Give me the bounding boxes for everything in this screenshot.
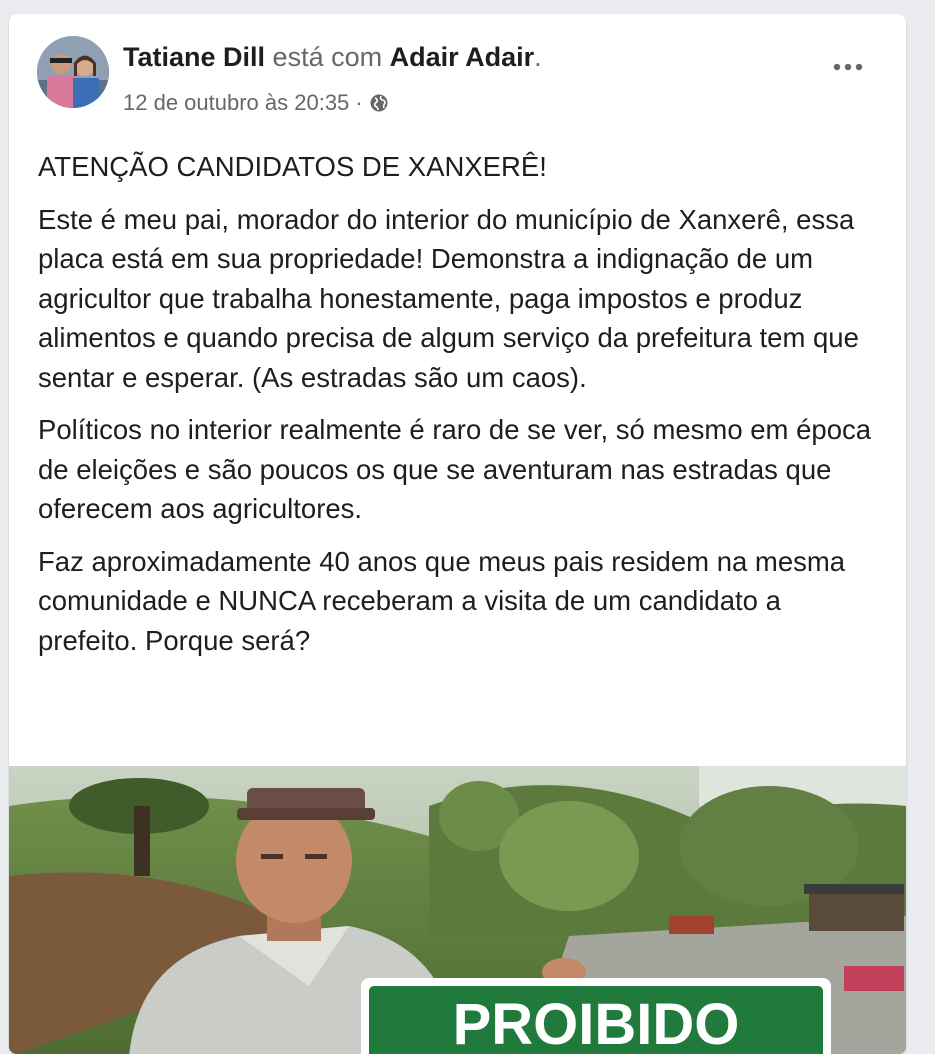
more-options-button[interactable] (828, 54, 868, 80)
post-meta: 12 de outubro às 20:35 · (123, 90, 389, 116)
more-options-icon (833, 63, 863, 71)
post-header: Tatiane Dill está com Adair Adair. 12 de… (9, 14, 906, 116)
photo-image: PROIBIDO (9, 766, 906, 1054)
post-paragraph: Políticos no interior realmente é raro d… (38, 414, 872, 524)
post-card: Tatiane Dill está com Adair Adair. 12 de… (9, 14, 906, 1054)
post-paragraph: Este é meu pai, morador do interior do m… (38, 203, 859, 393)
avatar-photo (37, 36, 109, 108)
author-line: Tatiane Dill está com Adair Adair. (123, 42, 542, 73)
author-avatar[interactable] (37, 36, 109, 108)
post-paragraph: Faz aproximadamente 40 anos que meus pai… (38, 545, 846, 656)
author-line-period: . (534, 42, 542, 72)
globe-icon[interactable] (369, 93, 389, 113)
post-text: ATENÇÃO CANDIDATOS DE XANXERÊ! Este é me… (38, 147, 883, 673)
post-photo[interactable]: PROIBIDO (9, 766, 906, 1054)
post-heading: ATENÇÃO CANDIDATOS DE XANXERÊ! (38, 151, 547, 182)
meta-separator: · (355, 90, 363, 115)
tagged-name[interactable]: Adair Adair (390, 42, 535, 72)
author-name[interactable]: Tatiane Dill (123, 42, 265, 72)
sign-text: PROIBIDO (453, 992, 740, 1054)
post-timestamp[interactable]: 12 de outubro às 20:35 (123, 90, 349, 116)
with-text: está com (272, 42, 383, 72)
